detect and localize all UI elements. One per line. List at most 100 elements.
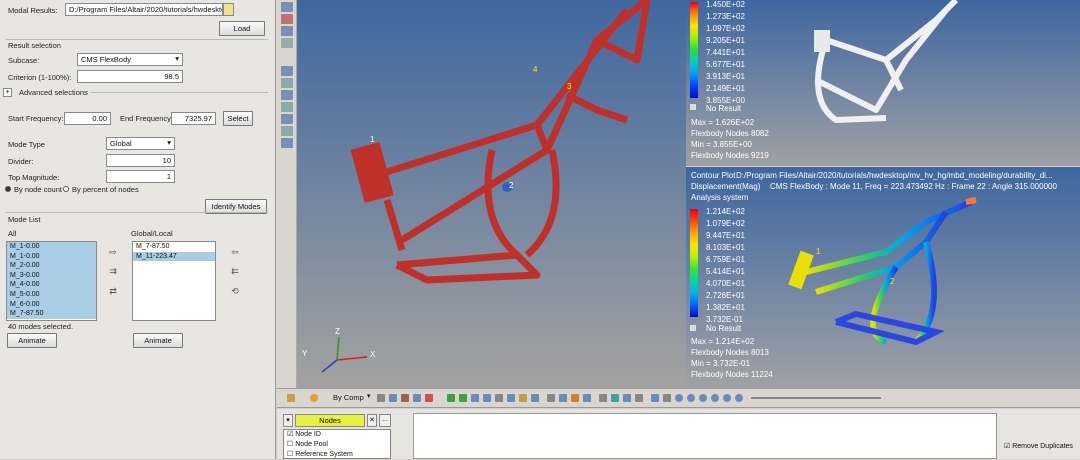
move-left-icon[interactable]: ⇦ <box>229 247 241 257</box>
toolbar-icon[interactable] <box>281 14 293 24</box>
toolbar-icon[interactable] <box>281 102 293 112</box>
list-item[interactable]: M_1-0.00 <box>7 242 96 252</box>
mode-type-select[interactable]: Global ▾ <box>106 137 175 150</box>
toolbar-icon[interactable] <box>531 394 539 402</box>
list-item[interactable]: M_2-0.00 <box>7 261 96 271</box>
toolbar-icon[interactable] <box>281 78 293 88</box>
toolbar-icon[interactable] <box>663 394 671 402</box>
selection-area[interactable] <box>413 413 997 459</box>
toolbar-icon[interactable] <box>519 394 527 402</box>
nodes-entity-button[interactable]: Nodes <box>295 414 365 427</box>
contour-view-bottom[interactable]: Contour Plot D:/Program Files/Altair/202… <box>686 167 1080 388</box>
toolbar-icon[interactable] <box>389 394 397 402</box>
toolbar-icon[interactable] <box>287 394 295 402</box>
remove-duplicates-checkbox[interactable]: ☑ Remove Duplicates <box>1004 442 1073 450</box>
subcase-select[interactable]: CMS FlexBody ▾ <box>77 53 183 66</box>
node-label: 1 <box>816 247 821 256</box>
toolbar-icon[interactable] <box>611 394 619 402</box>
play-icon[interactable] <box>699 394 707 402</box>
toolbar-icon[interactable] <box>281 66 293 76</box>
main-viewport[interactable]: 1 2 3 4 X Y Z <box>297 0 686 388</box>
toolbar-icon[interactable] <box>559 394 567 402</box>
toolbar-icon[interactable] <box>599 394 607 402</box>
list-item[interactable]: M_6-0.00 <box>7 299 96 310</box>
toolbar-icon[interactable] <box>635 394 643 402</box>
more-button[interactable]: ... <box>379 414 391 427</box>
list-item[interactable]: M_1-0.00 <box>7 251 96 262</box>
end-frequency-field[interactable]: 7325.97 <box>171 112 216 125</box>
list-item[interactable]: M_4-0.00 <box>7 280 96 290</box>
toolbar-icon[interactable] <box>507 394 515 402</box>
legend-value: 2.726E+01 <box>706 291 745 300</box>
toolbar-icon[interactable] <box>583 394 591 402</box>
toolbar-icon[interactable] <box>623 394 631 402</box>
refresh-icon[interactable]: ⟲ <box>229 286 241 296</box>
node-id-option[interactable]: ☑ Node ID <box>284 430 390 440</box>
toolbar-icon[interactable] <box>281 114 293 124</box>
radio-percent[interactable] <box>63 186 69 192</box>
list-item[interactable]: M_7-87.50 <box>7 309 96 319</box>
play-back-icon[interactable] <box>675 394 683 402</box>
toolbar-icon[interactable] <box>401 394 409 402</box>
toolbar-icon[interactable] <box>377 394 385 402</box>
toolbar-icon[interactable] <box>459 394 467 402</box>
criterion-field[interactable]: 98.5 <box>77 70 183 83</box>
move-all-right-icon[interactable]: ⇉ <box>107 266 119 276</box>
legend-value: 1.273E+02 <box>706 12 745 21</box>
all-modes-list[interactable]: M_1-0.00 M_1-0.00 M_2-0.00 M_3-0.00 M_4-… <box>6 241 97 321</box>
play-forward-icon[interactable] <box>723 394 731 402</box>
animation-slider[interactable] <box>751 397 881 399</box>
toolbar-icon[interactable] <box>281 38 293 48</box>
toolbar-icon[interactable] <box>471 394 479 402</box>
divider <box>6 212 268 213</box>
toolbar-icon[interactable] <box>281 90 293 100</box>
chevron-down-icon[interactable]: ▾ <box>367 392 371 400</box>
max-value: Max = 1.214E+02 <box>691 337 755 346</box>
clear-icon[interactable]: ✕ <box>367 414 377 427</box>
stop-icon[interactable] <box>735 394 743 402</box>
move-all-left-icon[interactable]: ⇇ <box>229 266 241 276</box>
node-pool-option[interactable]: ☐ Node Pool <box>284 440 390 450</box>
folder-icon[interactable] <box>223 3 234 16</box>
divider-field[interactable]: 10 <box>106 154 175 167</box>
contour-view-top[interactable]: 1.450E+02 1.273E+02 1.097E+02 9.205E+01 … <box>686 0 1080 166</box>
step-back-icon[interactable] <box>687 394 695 402</box>
toolbar-icon[interactable] <box>281 26 293 36</box>
legend-value: 4.070E+01 <box>706 279 745 288</box>
animate-all-button[interactable]: Animate <box>7 333 57 348</box>
animate-global-button[interactable]: Animate <box>133 333 183 348</box>
toolbar-icon[interactable] <box>495 394 503 402</box>
contour-plot-title: Contour Plot <box>691 171 736 180</box>
toolbar-icon[interactable] <box>413 394 421 402</box>
toolbar-icon[interactable] <box>447 394 455 402</box>
toolbar-icon[interactable] <box>483 394 491 402</box>
chevron-down-icon[interactable]: ▾ <box>283 414 293 427</box>
list-item[interactable]: M_3-0.00 <box>7 270 96 281</box>
toolbar-icon[interactable] <box>281 138 293 148</box>
toolbar-icon[interactable] <box>547 394 555 402</box>
expand-icon[interactable]: + <box>3 88 12 97</box>
move-right-icon[interactable]: ⇨ <box>107 247 119 257</box>
list-item[interactable]: M_5-0.00 <box>7 289 96 300</box>
start-frequency-field[interactable]: 0.00 <box>64 112 111 125</box>
global-local-list[interactable]: M_7-87.50 M_11-223.47 <box>132 241 216 321</box>
max-node: Flexbody Nodes 8082 <box>691 129 769 138</box>
swap-icon[interactable]: ⇄ <box>107 286 119 296</box>
toolbar-icon[interactable] <box>281 2 293 12</box>
advanced-selections-toggle[interactable]: Advanced selections <box>19 88 88 97</box>
toolbar-icon[interactable] <box>651 394 659 402</box>
color-icon[interactable] <box>310 394 318 402</box>
toolbar-icon[interactable] <box>281 126 293 136</box>
list-item[interactable]: M_11-223.47 <box>133 251 215 262</box>
toolbar-icon[interactable] <box>571 394 579 402</box>
list-item[interactable]: M_7-87.50 <box>133 242 215 252</box>
top-magnitude-field[interactable]: 1 <box>106 170 175 183</box>
select-button[interactable]: Select <box>223 111 253 126</box>
modal-results-path-field[interactable]: D:/Program Files/Altair/2020/tutorials/h… <box>65 3 223 16</box>
radio-node-count[interactable] <box>5 186 11 192</box>
step-forward-icon[interactable] <box>711 394 719 402</box>
min-node: Flexbody Nodes 9219 <box>691 151 769 160</box>
toolbar-icon[interactable] <box>425 394 433 402</box>
by-comp-select[interactable]: By Comp <box>333 393 364 402</box>
load-button[interactable]: Load <box>219 21 265 36</box>
